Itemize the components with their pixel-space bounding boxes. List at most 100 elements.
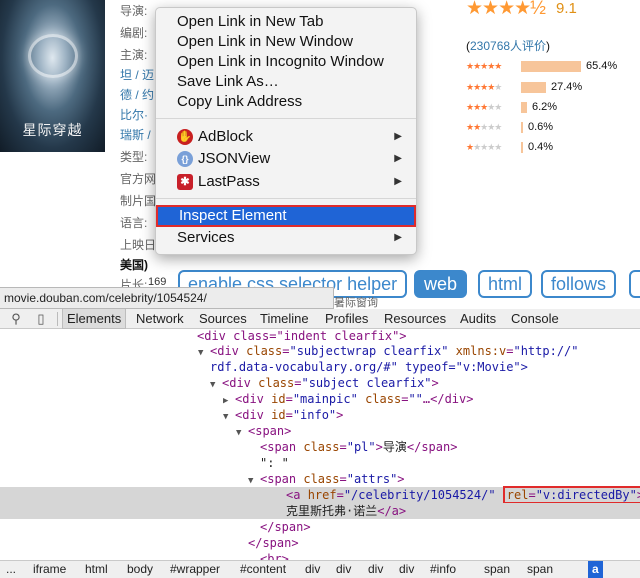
context-menu: Open Link in New Tab Open Link in New Wi… [155,7,417,255]
breadcrumb-item[interactable]: div [399,561,414,578]
breadcrumb-item[interactable]: body [127,561,153,578]
breadcrumb-item[interactable]: #wrapper [170,561,220,578]
tab-profiles[interactable]: Profiles [325,309,368,329]
dom-node-line[interactable]: ▼ <span> [0,423,640,439]
dom-node-line[interactable]: ▼ <div class="subjectwrap clearfix" xmlns… [0,343,640,359]
dom-node-line[interactable]: ▼ <div id="info"> [0,407,640,423]
info-line[interactable]: 坦 / 迈 [120,66,154,83]
menu-open-new-window[interactable]: Open Link in New Window [156,32,416,52]
tag-button-web[interactable]: web [414,270,468,298]
menu-separator [156,198,416,199]
rating-row-stars: ★★★★★ [466,59,502,73]
breadcrumb-item[interactable]: div [305,561,320,578]
menu-copy-link-address[interactable]: Copy Link Address [156,92,416,112]
rating-row-stars: ★★★★★ [466,100,502,114]
menu-jsonview-label: JSONView [198,150,271,167]
dom-node-line[interactable]: ": " [0,455,640,471]
star-off-icon: ★★★ [480,122,502,132]
tab-timeline[interactable]: Timeline [260,309,309,329]
info-line: 美国) [120,258,148,272]
breadcrumb-item[interactable]: #content [240,561,286,578]
dom-node-line[interactable]: ▼ <span class="attrs"> [0,471,640,487]
submenu-arrow-icon: ▶ [394,232,402,243]
submenu-arrow-icon: ▶ [394,153,402,164]
star-on-icon: ★★★ [466,102,488,112]
submenu-arrow-icon: ▶ [394,131,402,142]
dom-node-line[interactable]: rdf.data-vocabulary.org/#" typeof="v:Mov… [0,359,640,375]
info-line: 主演: [120,48,148,62]
tag-button-html[interactable]: html [478,270,533,298]
rating-count: (230768人评价) [466,37,550,54]
dom-node-line[interactable]: ▶ <div id="mainpic" class=""…</div> [0,391,640,407]
tag-button-overflow[interactable] [629,270,640,298]
adblock-icon: ✋ [177,129,193,145]
info-line: 编剧: [120,26,148,40]
rating-percent: 6.2% [532,101,558,113]
tag-button-follows[interactable]: follows [541,270,617,298]
info-line[interactable]: 瑞斯 / [120,126,151,143]
breadcrumb-item[interactable]: span [527,561,553,578]
tab-resources[interactable]: Resources [384,309,446,329]
breadcrumb-item[interactable]: iframe [33,561,66,578]
rating-count-link[interactable]: 230768人评价 [470,39,546,53]
breadcrumb-item[interactable]: #info [430,561,456,578]
info-line[interactable]: 德 / 约 [120,86,154,103]
dom-node-line[interactable]: <a href="/celebrity/1054524/" rel="v:dir… [0,486,640,504]
breadcrumb-item[interactable]: div [368,561,383,578]
rating-score: 9.1 [556,0,577,17]
rating-percent: 65.4% [586,60,618,72]
dom-node-line[interactable]: 克里斯托弗·诺兰</a> [0,503,640,519]
dom-node-line[interactable]: </span> [0,535,640,551]
rating-row-4-star: ★★★★★ 27.4% [466,80,636,94]
breadcrumb-item[interactable]: div [336,561,351,578]
dom-node-line[interactable]: </span> [0,519,640,535]
rel-attribute-highlight: rel="v:directedBy"> [502,486,640,504]
tab-audits[interactable]: Audits [460,309,496,329]
poster-art [28,34,78,78]
menu-save-link-as[interactable]: Save Link As… [156,72,416,92]
menu-adblock-label: AdBlock [198,128,254,145]
movie-poster[interactable]: 星际穿越 [0,0,105,152]
rating-row-stars: ★★★★★ [466,80,502,94]
menu-services[interactable]: Services ▶ [156,228,416,248]
info-line: 导演: [120,4,148,18]
menu-adblock[interactable]: ✋ AdBlock ▶ [156,127,416,147]
device-mode-icon[interactable]: ▯ [33,311,49,327]
breadcrumb-item[interactable]: span [484,561,510,578]
jsonview-icon: {} [177,151,193,167]
tab-sources[interactable]: Sources [199,309,247,329]
status-url-tooltip: movie.douban.com/celebrity/1054524/ [0,287,334,309]
dom-node-line[interactable]: <span class="pl">导演</span> [0,439,640,455]
tab-network[interactable]: Network [136,309,184,329]
star-off-icon: ★★★★ [473,142,502,152]
menu-open-incognito[interactable]: Open Link in Incognito Window [156,52,416,72]
info-line: 上映日 [120,238,157,252]
rating-percent: 27.4% [551,81,583,93]
menu-jsonview[interactable]: {} JSONView ▶ [156,149,416,169]
info-line: 类型: [120,150,148,164]
tab-console[interactable]: Console [511,309,559,329]
breadcrumb-item[interactable]: html [85,561,108,578]
breadcrumb-item[interactable]: ... [6,561,16,578]
dom-node-line[interactable]: ▼ <div class="subject clearfix"> [0,375,640,391]
lastpass-icon: ✱ [177,174,193,190]
menu-open-new-tab[interactable]: Open Link in New Tab [156,12,416,32]
rating-bar [521,82,546,93]
submenu-arrow-icon: ▶ [394,176,402,187]
info-line[interactable]: 比尔· [120,106,148,123]
breadcrumb-item[interactable]: a [588,561,603,578]
star-off-icon: ★ [494,82,502,92]
rating-count-close: ) [546,39,551,53]
menu-inspect-element[interactable]: Inspect Element [156,205,416,227]
rating-row-5-star: ★★★★★ 65.4% [466,59,636,73]
dom-breadcrumb: ... iframe html body #wrapper #content div div d… [0,560,640,578]
rating-row-2-star: ★★★★★ 0.6% [466,120,636,134]
menu-lastpass[interactable]: ✱ LastPass ▶ [156,172,416,192]
dom-node-line[interactable]: <div class="indent clearfix"> [0,330,640,344]
rating-row-stars: ★★★★★ [466,120,502,134]
tab-elements[interactable]: Elements [62,309,127,329]
search-icon[interactable]: ⚲ [8,311,24,327]
rating-percent: 0.6% [528,121,554,133]
rating-bar [521,102,527,113]
star-on-icon: ★★★★★ [466,61,502,71]
